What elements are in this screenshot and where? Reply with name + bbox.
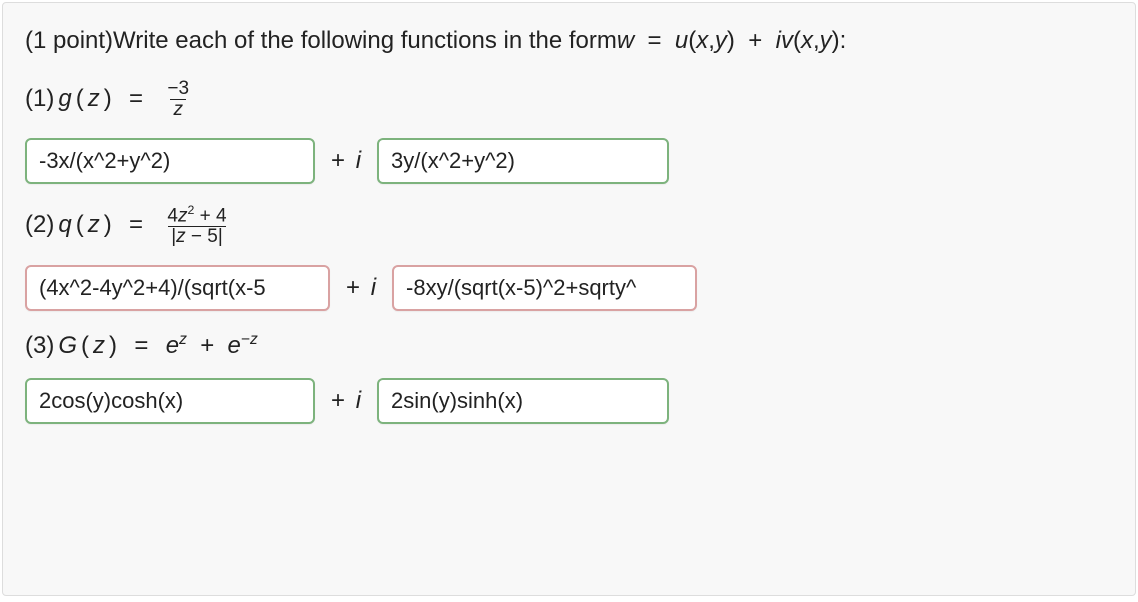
part-3-u-input[interactable] bbox=[25, 378, 315, 424]
prompt-u: u bbox=[675, 27, 688, 55]
part-1-fraction: −3 z bbox=[164, 79, 192, 120]
plus-sign: + bbox=[331, 147, 352, 174]
part-3-open: ( bbox=[81, 332, 89, 360]
part-3: (3) G ( z ) = ez + e−z + i bbox=[25, 331, 1113, 424]
prompt-close2: ) bbox=[832, 27, 840, 55]
problem-container: (1 point) Write each of the following fu… bbox=[2, 2, 1136, 596]
part-2-frac-num: 4z2 + 4 bbox=[164, 204, 229, 226]
prompt-close1: ) bbox=[727, 27, 735, 55]
part-3-label: (3) G ( z ) = ez + e−z bbox=[25, 331, 1113, 360]
prompt-open2: ( bbox=[793, 27, 801, 55]
part-3-close: ) bbox=[109, 332, 117, 360]
part-2-fn: q bbox=[58, 211, 71, 239]
plus-sign: + bbox=[331, 387, 352, 414]
part-1-fn: g bbox=[58, 85, 71, 113]
part-2-arg: z bbox=[88, 211, 100, 239]
part-1-close: ) bbox=[104, 85, 112, 113]
part-3-fn: G bbox=[58, 332, 77, 360]
part-2-frac-den: |z − 5| bbox=[168, 226, 226, 247]
part-1-answer-row: + i bbox=[25, 138, 1113, 184]
part-2-number: (2) bbox=[25, 211, 54, 239]
part-1-eq: = bbox=[116, 85, 157, 113]
part-3-number: (3) bbox=[25, 332, 54, 360]
plus-i-1: + i bbox=[331, 147, 361, 175]
part-1: (1) g ( z ) = −3 z + i bbox=[25, 79, 1113, 184]
part-1-frac-den: z bbox=[170, 99, 186, 120]
i-symbol: i bbox=[371, 274, 376, 301]
part-2-open: ( bbox=[76, 211, 84, 239]
prompt-comma1: , bbox=[708, 27, 715, 55]
part-3-answer-row: + i bbox=[25, 378, 1113, 424]
prompt-w: w bbox=[617, 27, 634, 55]
prompt-x2: x bbox=[801, 27, 813, 55]
prompt-colon: : bbox=[840, 27, 847, 55]
prompt-y2: y bbox=[820, 27, 832, 55]
i-symbol: i bbox=[356, 147, 361, 174]
prompt-eq: = bbox=[634, 27, 675, 55]
part-3-v-input[interactable] bbox=[377, 378, 669, 424]
prompt-comma2: , bbox=[813, 27, 820, 55]
plus-sign: + bbox=[346, 274, 367, 301]
prompt-text: Write each of the following functions in… bbox=[113, 27, 617, 55]
part-1-number: (1) bbox=[25, 85, 54, 113]
problem-prompt: (1 point) Write each of the following fu… bbox=[25, 27, 1113, 55]
part-2: (2) q ( z ) = 4z2 + 4 |z − 5| + i bbox=[25, 204, 1113, 311]
part-3-arg: z bbox=[93, 332, 105, 360]
part-2-u-input[interactable] bbox=[25, 265, 330, 311]
part-1-open: ( bbox=[76, 85, 84, 113]
prompt-y1: y bbox=[715, 27, 727, 55]
prompt-v: v bbox=[781, 27, 793, 55]
part-1-v-input[interactable] bbox=[377, 138, 669, 184]
plus-i-2: + i bbox=[346, 274, 376, 302]
part-3-rhs: ez + e−z bbox=[166, 331, 258, 360]
points-label: (1 point) bbox=[25, 27, 113, 55]
part-1-u-input[interactable] bbox=[25, 138, 315, 184]
part-1-arg: z bbox=[88, 85, 100, 113]
part-2-v-input[interactable] bbox=[392, 265, 697, 311]
part-2-eq: = bbox=[116, 211, 157, 239]
part-2-label: (2) q ( z ) = 4z2 + 4 |z − 5| bbox=[25, 204, 1113, 247]
prompt-plus: + bbox=[735, 27, 776, 55]
plus-i-3: + i bbox=[331, 387, 361, 415]
part-2-close: ) bbox=[104, 211, 112, 239]
part-1-frac-num: −3 bbox=[164, 79, 192, 99]
part-2-fraction: 4z2 + 4 |z − 5| bbox=[164, 204, 229, 247]
prompt-x1: x bbox=[696, 27, 708, 55]
i-symbol: i bbox=[356, 387, 361, 414]
part-2-answer-row: + i bbox=[25, 265, 1113, 311]
part-3-eq: = bbox=[121, 332, 162, 360]
part-1-label: (1) g ( z ) = −3 z bbox=[25, 79, 1113, 120]
